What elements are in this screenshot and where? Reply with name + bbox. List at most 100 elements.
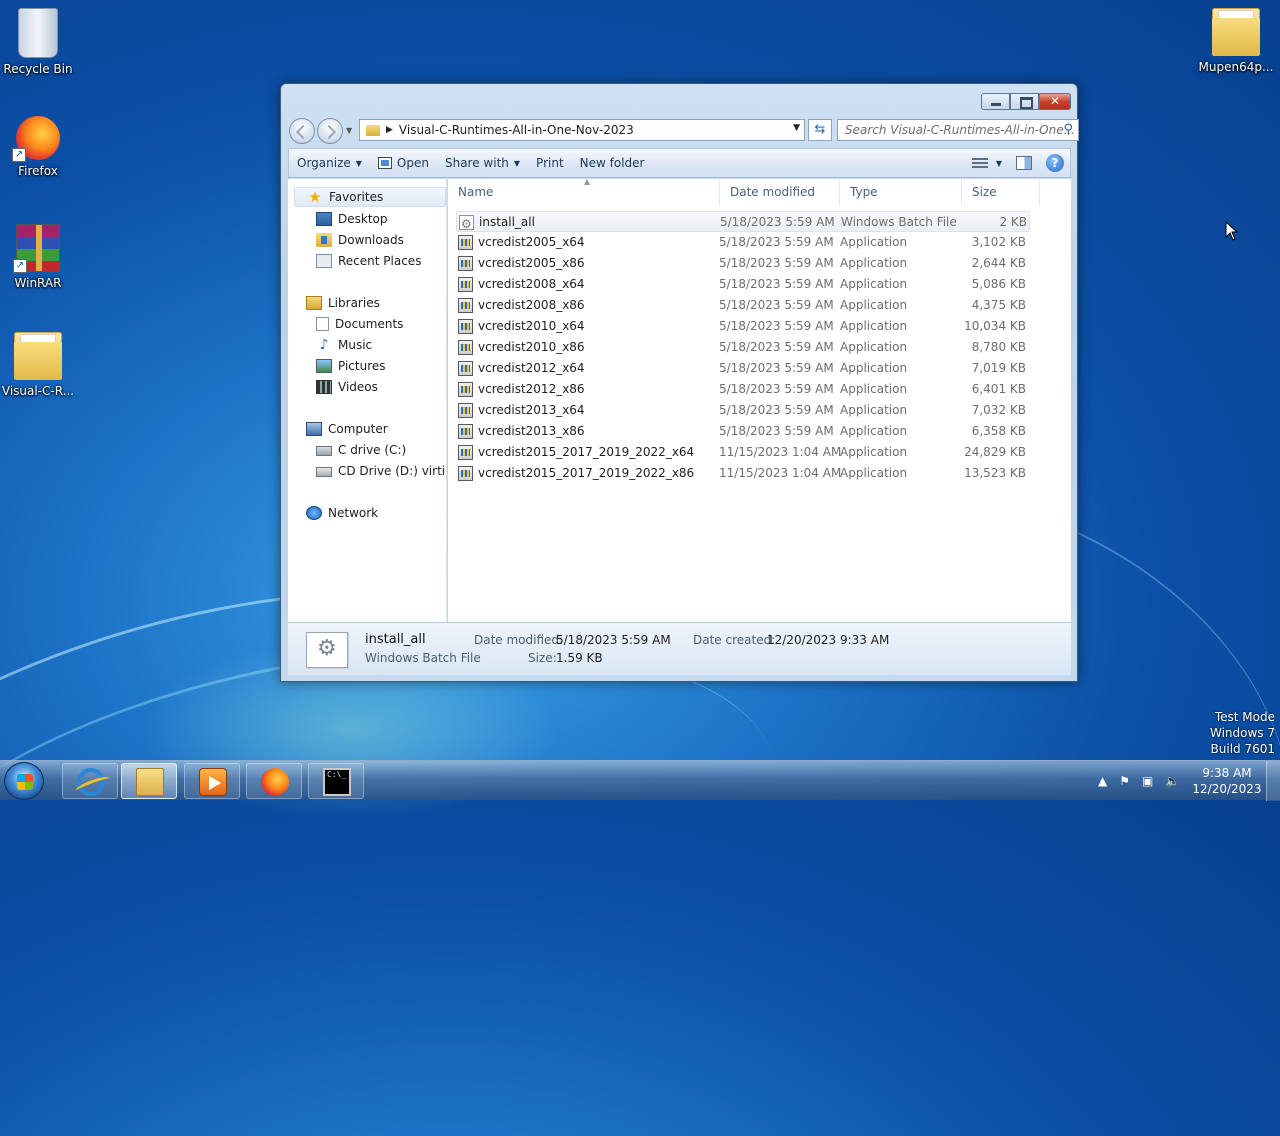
nav-desktop[interactable]: Desktop [316, 209, 388, 229]
file-row[interactable]: vcredist2012_x64 5/18/2023 5:59 AM Applica… [456, 358, 1030, 379]
search-icon[interactable]: ⚲ [1063, 122, 1073, 137]
nav-documents[interactable]: Documents [316, 314, 403, 334]
file-name-cell[interactable]: vcredist2013_x86 [458, 421, 585, 442]
taskbar-command-prompt[interactable]: C:\_ [308, 763, 364, 799]
nav-recent-places[interactable]: Recent Places [316, 251, 421, 271]
show-desktop-button[interactable] [1266, 761, 1280, 801]
file-row[interactable]: vcredist2005_x86 5/18/2023 5:59 AM Applica… [456, 253, 1030, 274]
mouse-cursor-icon [1225, 221, 1239, 241]
nav-network[interactable]: Network [306, 503, 378, 523]
nav-cd-drive[interactable]: CD Drive (D:) virtio-win [316, 461, 446, 481]
system-clock[interactable]: 9:38 AM 12/20/2023 [1192, 765, 1262, 797]
recent-pages-dropdown[interactable]: ▼ [346, 126, 352, 135]
start-button[interactable] [4, 762, 44, 800]
nav-label: Libraries [328, 296, 380, 310]
file-name: vcredist2010_x86 [478, 340, 585, 354]
file-row[interactable]: vcredist2010_x86 5/18/2023 5:59 AM Applica… [456, 337, 1030, 358]
nav-computer[interactable]: Computer [306, 419, 388, 439]
address-path[interactable]: Visual-C-Runtimes-All-in-One-Nov-2023 [399, 123, 634, 137]
file-row[interactable]: vcredist2013_x64 5/18/2023 5:59 AM Applica… [456, 400, 1030, 421]
column-header-type[interactable]: Type [840, 179, 962, 205]
explorer-window[interactable]: ✕ ▼ ▶ Visual-C-Runtimes-All-in-One-Nov-2… [280, 83, 1079, 682]
nav-libraries[interactable]: Libraries [306, 293, 380, 313]
column-header-name[interactable]: Name ▲ [448, 179, 720, 205]
search-input[interactable]: Search Visual-C-Runtimes-All-in-One... ⚲ [837, 119, 1079, 141]
forward-button[interactable] [317, 118, 343, 144]
file-name-cell[interactable]: vcredist2005_x64 [458, 232, 585, 253]
share-with-button[interactable]: Share with ▼ [437, 149, 528, 177]
desktop-icon-label: Visual-C-R... [1, 384, 75, 398]
nav-label: Documents [335, 317, 404, 331]
new-folder-button[interactable]: New folder [572, 149, 653, 177]
open-button[interactable]: Open [370, 149, 437, 177]
address-bar[interactable]: ▶ Visual-C-Runtimes-All-in-One-Nov-2023 … [359, 119, 805, 141]
clock-date: 12/20/2023 [1192, 782, 1262, 796]
details-file-name: install_all [365, 632, 426, 647]
file-name-cell[interactable]: vcredist2005_x86 [458, 253, 585, 274]
desktop-icon-visual-c-folder[interactable]: Visual-C-R... [0, 332, 76, 398]
views-dropdown-icon[interactable]: ▼ [996, 159, 1002, 168]
nav-downloads[interactable]: Downloads [316, 230, 404, 250]
file-name-cell[interactable]: vcredist2015_2017_2019_2022_x64 [458, 442, 694, 463]
print-button[interactable]: Print [528, 149, 572, 177]
back-button[interactable] [289, 118, 315, 144]
file-name: vcredist2012_x64 [478, 361, 585, 375]
column-header-size[interactable]: Size [962, 179, 1040, 205]
desktop-icon-recycle-bin[interactable]: Recycle Bin [0, 8, 76, 76]
file-row[interactable]: vcredist2008_x64 5/18/2023 5:59 AM Applica… [456, 274, 1030, 295]
nav-favorites[interactable]: ★ Favorites [294, 187, 446, 207]
file-list: Name ▲ Date modified Type Size install_a… [448, 179, 1071, 622]
desktop-icon-winrar[interactable]: ↗ WinRAR [0, 224, 76, 290]
file-name-cell[interactable]: vcredist2008_x64 [458, 274, 585, 295]
maximize-button[interactable] [1010, 93, 1039, 110]
taskbar-media-player[interactable] [184, 763, 240, 799]
application-icon [458, 298, 473, 313]
file-name-cell[interactable]: vcredist2015_2017_2019_2022_x86 [458, 463, 694, 484]
videos-icon [316, 380, 332, 394]
file-name-cell[interactable]: vcredist2013_x64 [458, 400, 585, 421]
volume-icon[interactable]: 🔈 [1165, 774, 1180, 788]
file-row[interactable]: vcredist2008_x86 5/18/2023 5:59 AM Applica… [456, 295, 1030, 316]
file-row[interactable]: vcredist2015_2017_2019_2022_x64 11/15/202… [456, 442, 1030, 463]
taskbar-windows-explorer[interactable] [121, 763, 177, 799]
nav-label: Computer [328, 422, 388, 436]
file-row[interactable]: install_all 5/18/2023 5:59 AM Windows Batc… [456, 211, 1030, 235]
help-icon[interactable]: ? [1046, 154, 1064, 172]
nav-videos[interactable]: Videos [316, 377, 378, 397]
minimize-button[interactable] [981, 93, 1010, 110]
nav-music[interactable]: ♪ Music [316, 335, 373, 355]
details-file-type: Windows Batch File [365, 651, 481, 665]
file-row[interactable]: vcredist2005_x64 5/18/2023 5:59 AM Applica… [456, 232, 1030, 253]
show-hidden-icons-icon[interactable]: ▲ [1098, 774, 1107, 788]
action-center-flag-icon[interactable]: ⚑ [1119, 774, 1130, 788]
nav-c-drive[interactable]: C drive (C:) [316, 440, 406, 460]
file-name-cell[interactable]: vcredist2010_x86 [458, 337, 585, 358]
file-name-cell[interactable]: vcredist2012_x64 [458, 358, 585, 379]
close-button[interactable]: ✕ [1039, 93, 1071, 110]
refresh-button[interactable]: ⇆ [808, 119, 832, 141]
share-with-label: Share with [444, 156, 509, 170]
file-name-cell[interactable]: install_all [459, 212, 535, 235]
desktop-icon-mupen64-folder[interactable]: Mupen64p... [1198, 8, 1274, 74]
preview-pane-icon[interactable] [1016, 156, 1032, 170]
desktop-icon-firefox[interactable]: ↗ Firefox [0, 116, 76, 178]
file-name-cell[interactable]: vcredist2012_x86 [458, 379, 585, 400]
breadcrumb-arrow-icon[interactable]: ▶ [386, 125, 393, 135]
address-dropdown-icon[interactable]: ▼ [793, 123, 800, 133]
taskbar-firefox[interactable] [246, 763, 302, 799]
file-name: vcredist2008_x64 [478, 277, 585, 291]
file-type: Application [840, 361, 908, 375]
file-name-cell[interactable]: vcredist2010_x64 [458, 316, 585, 337]
file-date-modified: 5/18/2023 5:59 AM [719, 277, 834, 291]
column-header-date-modified[interactable]: Date modified [720, 179, 840, 205]
file-row[interactable]: vcredist2015_2017_2019_2022_x86 11/15/202… [456, 463, 1030, 484]
file-row[interactable]: vcredist2010_x64 5/18/2023 5:59 AM Applica… [456, 316, 1030, 337]
nav-pictures[interactable]: Pictures [316, 356, 386, 376]
network-status-icon[interactable]: ▣ [1142, 774, 1153, 788]
change-view-icon[interactable] [971, 158, 988, 168]
file-row[interactable]: vcredist2012_x86 5/18/2023 5:59 AM Applica… [456, 379, 1030, 400]
organize-button[interactable]: Organize ▼ [289, 149, 370, 177]
file-row[interactable]: vcredist2013_x86 5/18/2023 5:59 AM Applica… [456, 421, 1030, 442]
file-name-cell[interactable]: vcredist2008_x86 [458, 295, 585, 316]
taskbar-internet-explorer[interactable] [62, 763, 118, 799]
